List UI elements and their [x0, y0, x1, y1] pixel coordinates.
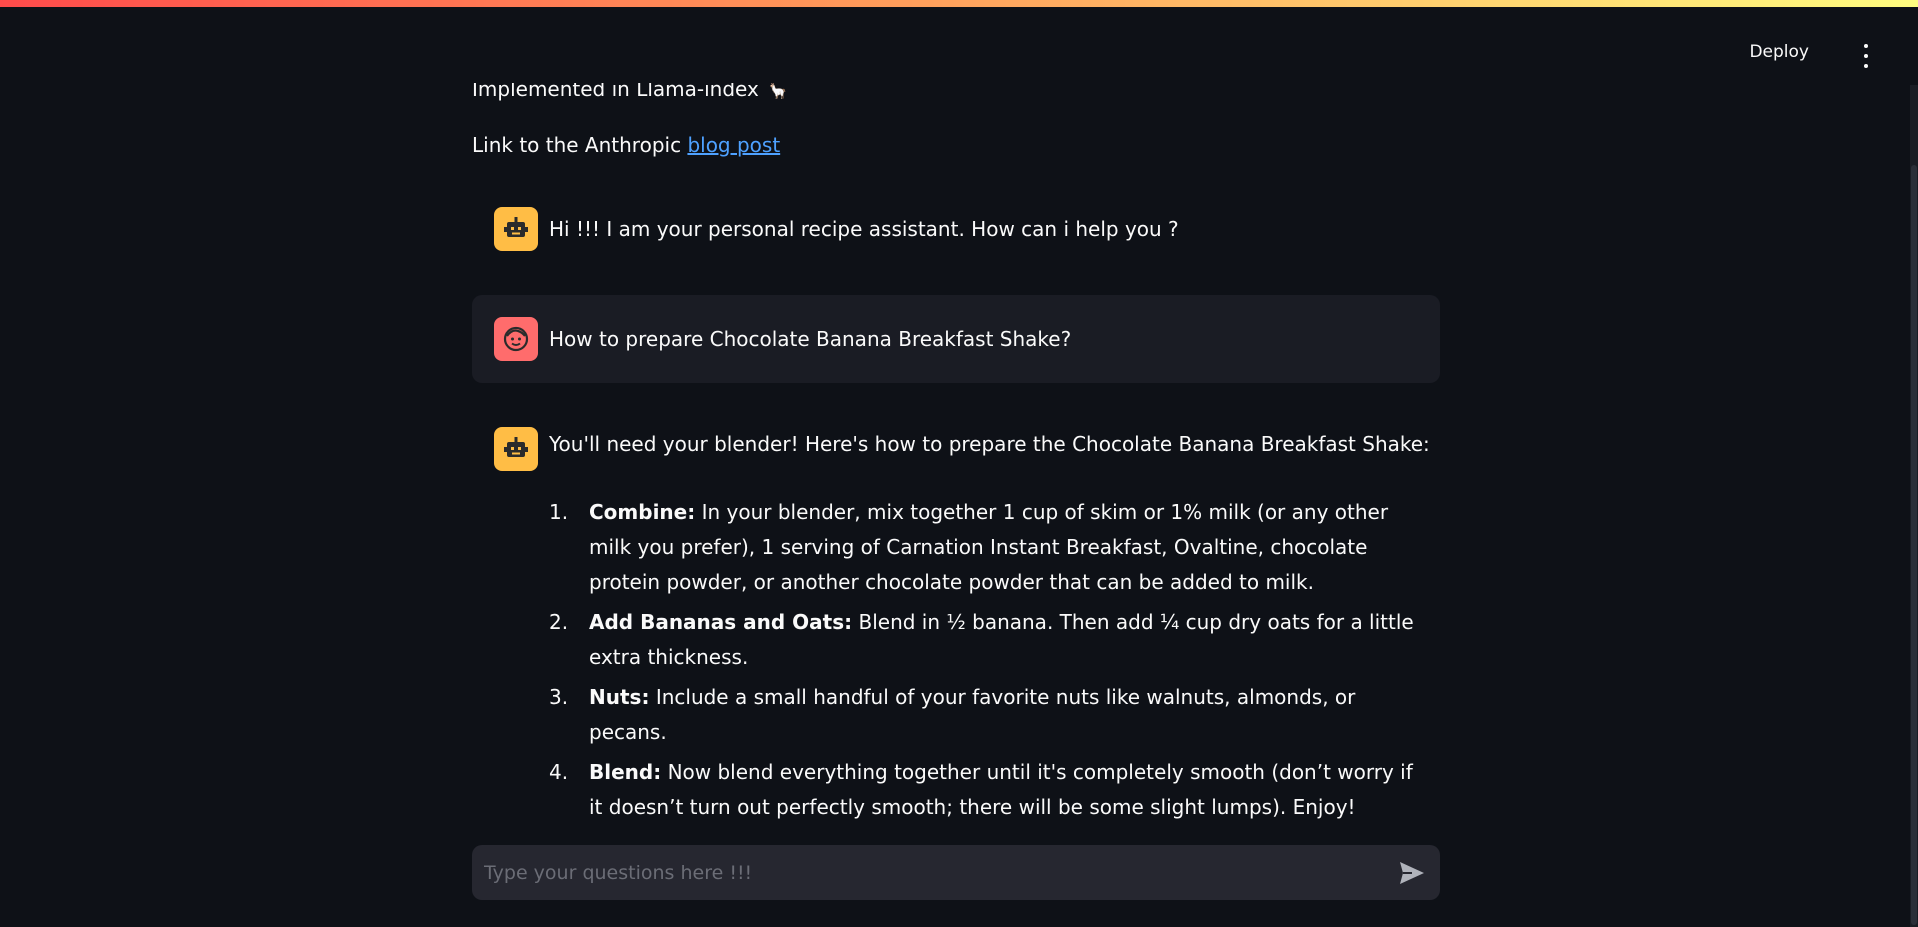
step-number: 1. [549, 500, 569, 524]
scrollbar[interactable] [1910, 85, 1918, 927]
message-text: You'll need your blender! Here's how to … [549, 432, 1430, 456]
intro-partial-text: Implemented in Llama-index [472, 77, 759, 101]
chat-message-assistant: Hi !!! I am your personal recipe assista… [472, 200, 1440, 258]
chat-input-container [472, 845, 1440, 900]
step-title: Nuts: [589, 685, 650, 709]
list-item: 4. Blend: Now blend everything together … [549, 755, 1429, 825]
step-title: Combine: [589, 500, 696, 524]
blog-post-link[interactable]: blog post [687, 133, 780, 157]
step-body: Include a small handful of your favorite… [589, 685, 1356, 744]
deploy-button[interactable]: Deploy [1749, 42, 1809, 62]
step-title: Add Bananas and Oats: [589, 610, 853, 634]
step-title: Blend: [589, 760, 662, 784]
recipe-steps-list: 1. Combine: In your blender, mix togethe… [549, 495, 1429, 830]
chat-message-user: How to prepare Chocolate Banana Breakfas… [472, 295, 1440, 383]
smiling-face-icon [494, 317, 538, 361]
step-number: 3. [549, 685, 569, 709]
chat-input[interactable] [472, 845, 1352, 900]
list-item: 1. Combine: In your blender, mix togethe… [549, 495, 1429, 600]
intro-link-line: Link to the Anthropic blog post [472, 131, 780, 159]
step-body: Now blend everything together until it's… [589, 760, 1413, 819]
step-body: In your blender, mix together 1 cup of s… [589, 500, 1389, 594]
link-prefix: Link to the Anthropic [472, 133, 682, 157]
scrollbar-thumb[interactable] [1911, 165, 1917, 925]
vertical-ellipsis-icon[interactable] [1860, 44, 1872, 68]
top-accent-bar [0, 0, 1918, 7]
send-arrow-icon[interactable] [1398, 860, 1426, 886]
robot-face-icon [494, 427, 538, 471]
step-number: 2. [549, 610, 569, 634]
robot-face-icon [494, 207, 538, 251]
step-number: 4. [549, 760, 569, 784]
list-item: 2. Add Bananas and Oats: Blend in ½ bana… [549, 605, 1429, 675]
list-item: 3. Nuts: Include a small handful of your… [549, 680, 1429, 750]
llama-icon: 🦙 [768, 82, 788, 100]
message-text: How to prepare Chocolate Banana Breakfas… [549, 327, 1072, 351]
message-text: Hi !!! I am your personal recipe assista… [549, 217, 1179, 241]
intro-partial-line: Implemented in Llama-index 🦙 [472, 77, 788, 105]
chat-message-assistant: You'll need your blender! Here's how to … [472, 415, 1440, 819]
